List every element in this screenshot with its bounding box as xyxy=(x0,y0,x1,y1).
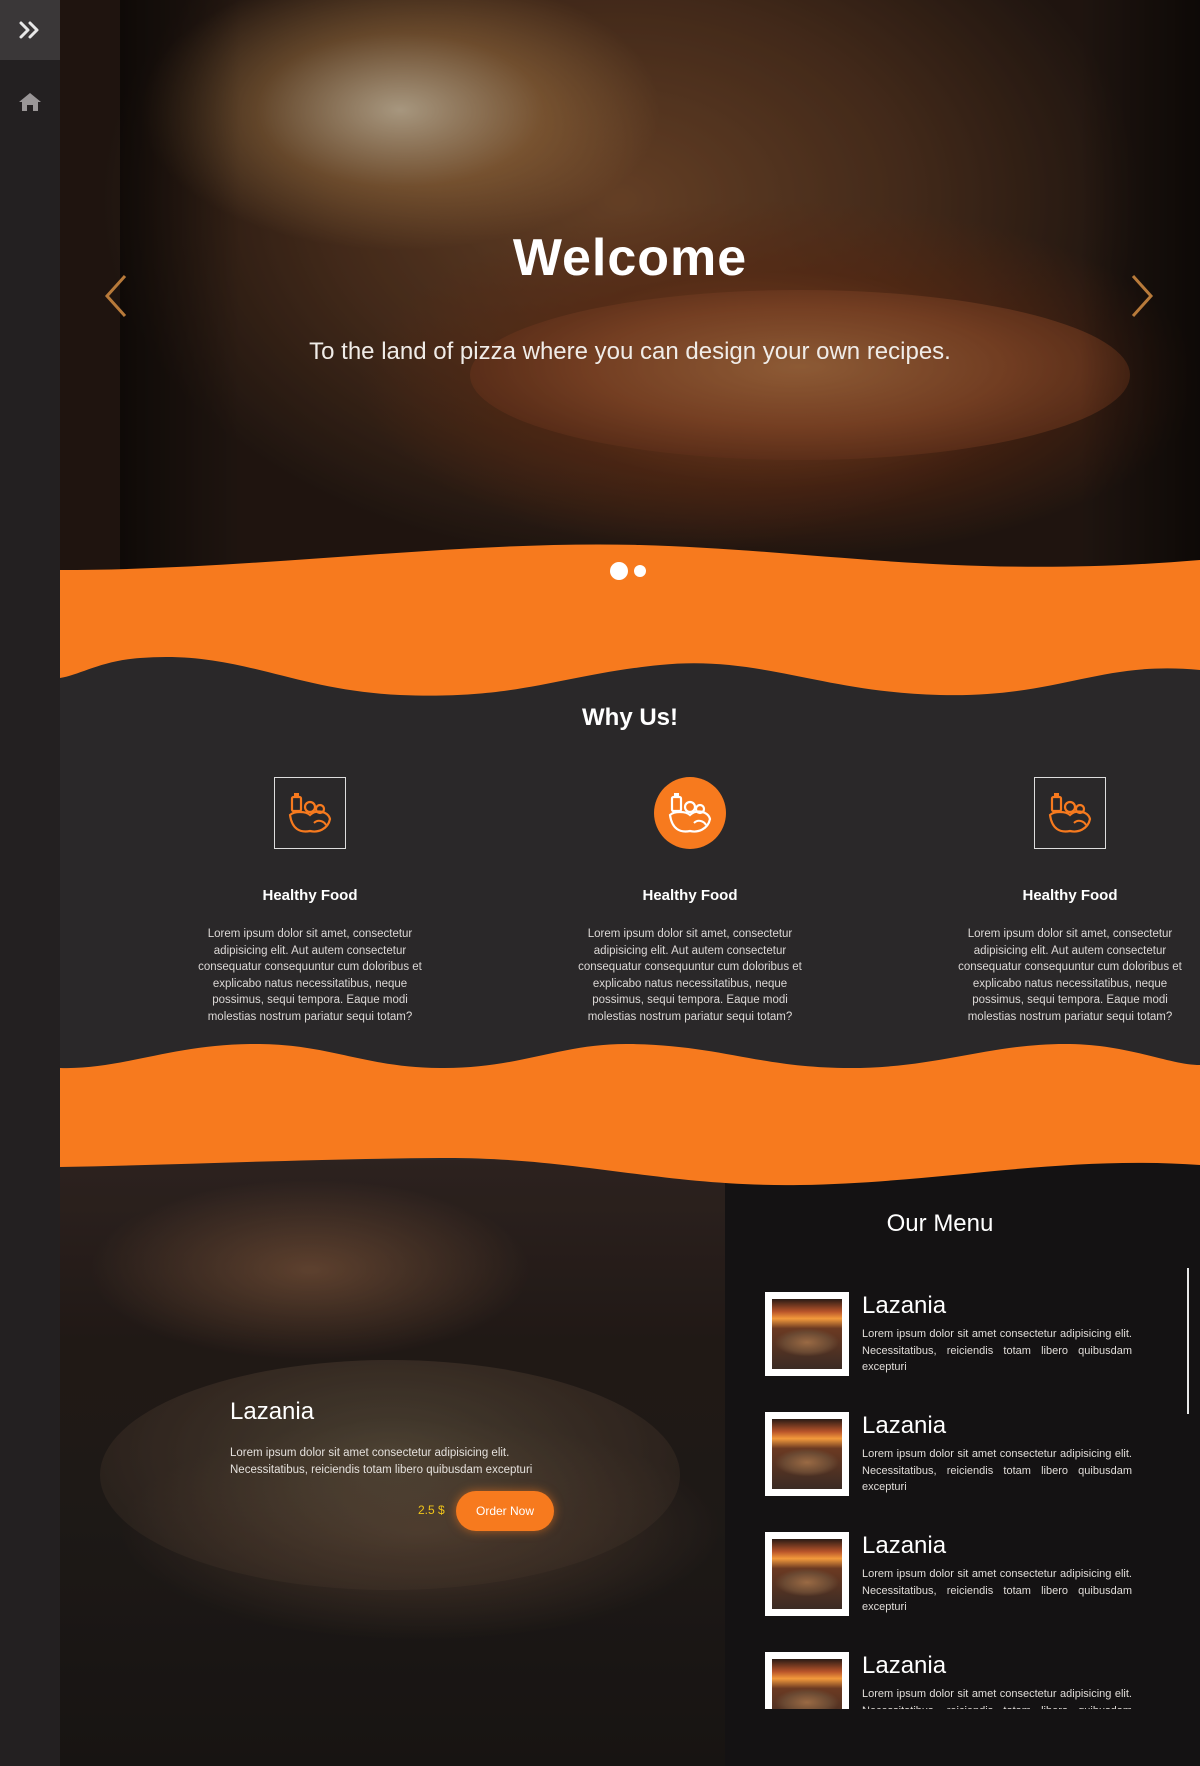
pizza-thumbnail-image xyxy=(772,1659,842,1709)
menu-scrollbar[interactable] xyxy=(1187,1268,1189,1414)
featured-item-price: 2.5 $ xyxy=(418,1503,445,1517)
sidebar-item-home[interactable] xyxy=(0,82,60,122)
feature-card: Healthy Food Lorem ipsum dolor sit amet,… xyxy=(950,777,1190,1025)
double-chevron-right-icon xyxy=(19,21,39,39)
menu-panel: Our Menu Lazania Lorem ipsum dolor sit a… xyxy=(725,1160,1200,1766)
hero-title: Welcome xyxy=(512,229,748,287)
chevron-right-icon xyxy=(1131,274,1154,318)
feature-text: Lorem ipsum dolor sit amet, consectetur … xyxy=(578,928,802,1023)
menu-item-thumbnail xyxy=(765,1292,849,1376)
menu-list[interactable]: Lazania Lorem ipsum dolor sit amet conse… xyxy=(725,1292,1200,1709)
menu-item[interactable]: Lazania Lorem ipsum dolor sit amet conse… xyxy=(765,1652,1145,1709)
hero-slider: Welcome To the land of pizza where you c… xyxy=(60,0,1200,580)
feature-title: Healthy Food xyxy=(642,887,738,904)
menu-item-description: Lorem ipsum dolor sit amet consectetur a… xyxy=(862,1448,1132,1493)
feature-icon-box xyxy=(274,777,346,849)
menu-item-thumbnail xyxy=(765,1652,849,1709)
menu-item-description: Lorem ipsum dolor sit amet consectetur a… xyxy=(862,1688,1132,1709)
feature-title: Healthy Food xyxy=(1022,887,1118,904)
feature-text: Lorem ipsum dolor sit amet, consectetur … xyxy=(198,928,422,1023)
pizza-thumbnail-image xyxy=(772,1539,842,1609)
main-content: Welcome To the land of pizza where you c… xyxy=(60,0,1200,1766)
order-now-button[interactable]: Order Now xyxy=(456,1491,554,1531)
pizza-thumbnail-image xyxy=(772,1299,842,1369)
menu-item[interactable]: Lazania Lorem ipsum dolor sit amet conse… xyxy=(765,1292,1145,1392)
page: Welcome To the land of pizza where you c… xyxy=(0,0,1200,1766)
why-us-title: Why Us! xyxy=(582,704,678,731)
food-icon xyxy=(1048,793,1092,833)
feature-text: Lorem ipsum dolor sit amet, consectetur … xyxy=(958,928,1182,1023)
slider-next-button[interactable] xyxy=(1122,268,1162,324)
menu-item-thumbnail xyxy=(765,1532,849,1616)
orange-wave-bottom xyxy=(60,1043,1200,1186)
hero-overlay xyxy=(60,0,1200,580)
menu-item-description: Lorem ipsum dolor sit amet consectetur a… xyxy=(862,1568,1132,1613)
menu-item[interactable]: Lazania Lorem ipsum dolor sit amet conse… xyxy=(765,1412,1145,1512)
menu-item-name: Lazania xyxy=(862,1652,947,1679)
menu-item[interactable]: Lazania Lorem ipsum dolor sit amet conse… xyxy=(765,1532,1145,1632)
food-icon xyxy=(288,793,332,833)
feature-icon-box xyxy=(654,777,726,849)
feature-title: Healthy Food xyxy=(262,887,358,904)
featured-item-description: Lorem ipsum dolor sit amet consectetur a… xyxy=(230,1447,533,1476)
menu-item-description: Lorem ipsum dolor sit amet consectetur a… xyxy=(862,1328,1132,1373)
menu-item-name: Lazania xyxy=(862,1412,947,1439)
featured-item-name: Lazania xyxy=(230,1398,315,1425)
feature-card: Healthy Food Lorem ipsum dolor sit amet,… xyxy=(190,777,430,1025)
sidebar-toggle-button[interactable] xyxy=(0,0,60,60)
menu-item-name: Lazania xyxy=(862,1532,947,1559)
home-icon xyxy=(19,93,41,111)
menu-title: Our Menu xyxy=(886,1210,994,1237)
feature-icon-box xyxy=(1034,777,1106,849)
slider-dot[interactable] xyxy=(634,565,646,577)
chevron-left-icon xyxy=(104,274,127,318)
menu-item-thumbnail xyxy=(765,1412,849,1496)
sidebar xyxy=(0,0,60,1766)
hero-subtitle: To the land of pizza where you can desig… xyxy=(309,338,951,365)
featured-item-panel: Lazania Lorem ipsum dolor sit amet conse… xyxy=(60,1160,725,1766)
menu-item-name: Lazania xyxy=(862,1292,947,1319)
pizza-thumbnail-image xyxy=(772,1419,842,1489)
slider-prev-button[interactable] xyxy=(96,268,136,324)
slider-dot-active[interactable] xyxy=(610,562,628,580)
feature-card: Healthy Food Lorem ipsum dolor sit amet,… xyxy=(570,777,810,1025)
food-icon xyxy=(668,793,712,833)
slider-pagination xyxy=(610,562,646,580)
